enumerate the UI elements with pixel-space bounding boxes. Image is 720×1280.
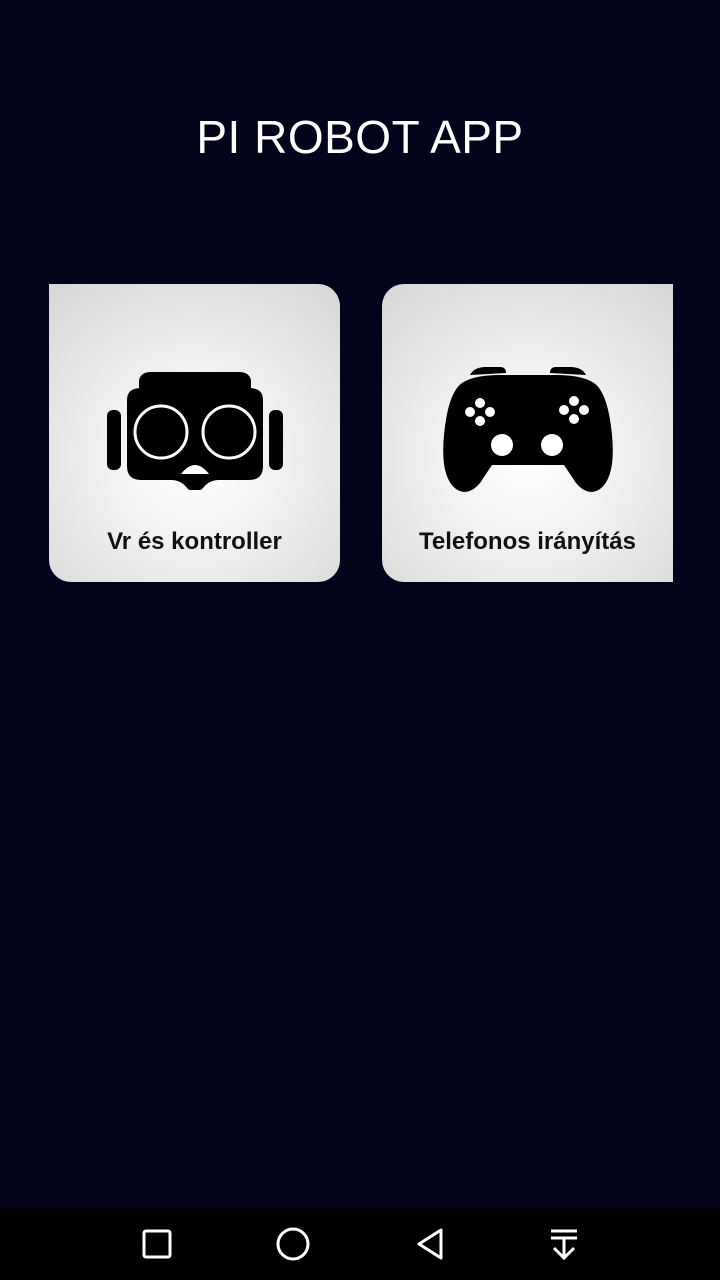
- vr-controller-label: Vr és kontroller: [107, 528, 282, 555]
- recents-square-icon[interactable]: [135, 1222, 179, 1266]
- app-screen: PI ROBOT APP Vr és kontroller Telefonos …: [0, 0, 720, 1208]
- notification-pulldown-icon[interactable]: [542, 1222, 586, 1266]
- phone-control-card[interactable]: Telefonos irányítás: [382, 284, 673, 582]
- phone-control-label: Telefonos irányítás: [419, 528, 636, 555]
- gamepad-icon: [382, 360, 673, 500]
- back-triangle-icon[interactable]: [408, 1222, 452, 1266]
- home-circle-icon[interactable]: [271, 1222, 315, 1266]
- system-navbar: [0, 1208, 720, 1280]
- app-title: PI ROBOT APP: [196, 111, 524, 163]
- vr-headset-icon: [49, 360, 340, 500]
- vr-controller-card[interactable]: Vr és kontroller: [49, 284, 340, 582]
